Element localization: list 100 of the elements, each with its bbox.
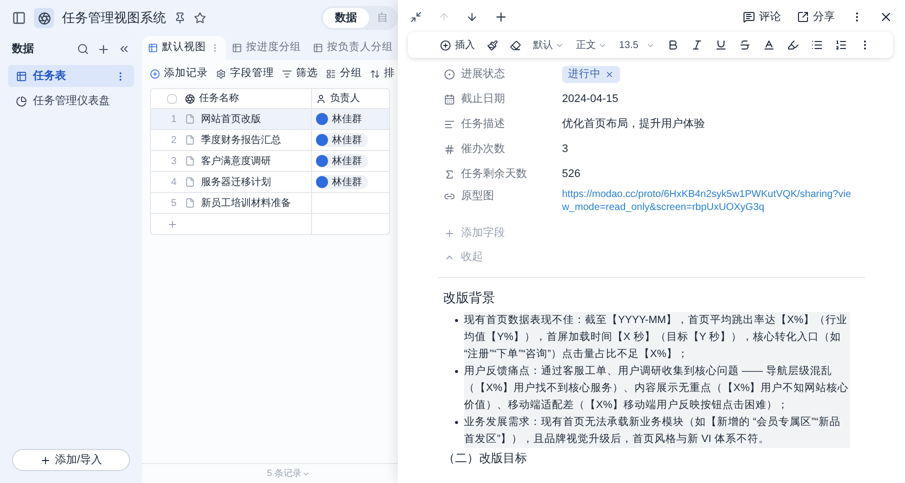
table-cell-text: 新员工培训材料准备 xyxy=(201,196,291,210)
toolbar-button[interactable]: 分组 xyxy=(326,66,362,82)
prototype-link[interactable]: https://modao.cc/proto/6HxKB4n2syk5w1PWKutVQK/sharing?view_mode=read_only&screen=rbpUxUOXyG3q xyxy=(562,188,852,214)
field-value: 2024-04-15 xyxy=(562,92,618,108)
comment-button[interactable]: 评论 xyxy=(743,8,781,26)
text-lines-icon xyxy=(444,119,455,130)
view-tab[interactable]: 按进度分组 xyxy=(226,36,307,60)
section-heading: 改版背景 xyxy=(443,289,496,307)
mode-tab[interactable]: 数据 xyxy=(323,8,369,28)
star-icon[interactable] xyxy=(194,12,206,24)
field-label: 任务剩余天数 xyxy=(461,167,527,182)
bold-icon[interactable] xyxy=(667,39,680,51)
table-cell-text: 网站首页改版 xyxy=(201,112,261,126)
pin-icon[interactable] xyxy=(174,12,186,24)
group-icon xyxy=(326,69,336,79)
assignee-chip: 林佳群 xyxy=(316,154,368,168)
underline-icon[interactable] xyxy=(715,39,728,51)
bullet-icon xyxy=(455,318,458,322)
add-icon[interactable] xyxy=(494,10,508,24)
share-button[interactable]: 分享 xyxy=(797,8,835,26)
person-icon xyxy=(316,94,326,104)
bullet-icon xyxy=(455,370,458,372)
table-icon xyxy=(313,43,323,53)
remove-icon[interactable] xyxy=(605,70,614,79)
add-row-icon[interactable] xyxy=(167,218,178,230)
row-number: 1 xyxy=(171,112,178,126)
select-all-checkbox[interactable] xyxy=(167,94,177,104)
eraser-icon[interactable] xyxy=(510,40,521,50)
status-tag[interactable]: 进行中 xyxy=(562,66,620,83)
table-cell-text: 季度财务报告汇总 xyxy=(201,134,281,148)
bullet-text: 现有首页数据表现不佳：截至【YYYY-MM】，首页平均跳出率达【X%】（行业均值【Y%】），首屏加载时间【X 秒】（目标【Y 秒】），核心转化入口（如 “注册”“下单”“咨询”）点击量占比不足【X%】； xyxy=(464,312,850,362)
sidebar-toggle-icon[interactable] xyxy=(12,11,26,25)
table-cell-text: 客户满意度调研 xyxy=(201,154,271,168)
sigma-icon xyxy=(444,169,455,180)
font-dropdown[interactable]: 默认 xyxy=(533,38,564,52)
filter-icon xyxy=(282,69,292,79)
view-tab-label: 默认视图 xyxy=(162,40,206,56)
row-number: 5 xyxy=(171,196,178,210)
italic-icon[interactable] xyxy=(691,39,704,51)
add-circle-icon xyxy=(150,69,160,79)
search-icon[interactable] xyxy=(77,43,89,55)
toolbar-button[interactable]: 筛选 xyxy=(282,66,318,82)
insert-button[interactable]: 插入 xyxy=(440,38,475,52)
numbered-list-icon[interactable] xyxy=(835,39,848,51)
table-icon xyxy=(148,43,158,53)
field-label: 原型图 xyxy=(461,189,494,204)
row-number: 2 xyxy=(171,134,178,148)
style-dropdown[interactable]: 正文 xyxy=(576,38,607,52)
file-icon xyxy=(185,114,195,124)
assignee-chip: 林佳群 xyxy=(316,175,368,189)
avatar-icon xyxy=(316,113,328,125)
field-label: 进展状态 xyxy=(461,66,505,82)
field-label: 任务描述 xyxy=(461,117,505,132)
collapse-icon[interactable] xyxy=(118,43,130,55)
close-icon[interactable] xyxy=(879,10,893,24)
column-header[interactable]: 负责人 xyxy=(312,89,364,108)
highlight-icon[interactable] xyxy=(787,39,800,51)
shrink-icon[interactable] xyxy=(410,11,422,23)
sidebar-title: 数据 xyxy=(12,42,34,57)
table-icon xyxy=(16,70,27,82)
sidebar-item[interactable]: 任务管理仪表盘 xyxy=(8,90,134,112)
format-painter-icon[interactable] xyxy=(487,40,498,50)
text-color-icon[interactable] xyxy=(763,39,776,51)
aperture-icon xyxy=(185,94,195,104)
add-icon[interactable] xyxy=(97,42,110,56)
table-row[interactable]: 1 网站首页改版 林佳群 xyxy=(151,109,389,130)
table-row[interactable]: 4 服务器迁移计划 林佳群 xyxy=(151,172,389,193)
table-row[interactable]: 3 客户满意度调研 林佳群 xyxy=(151,151,389,172)
add-import-button[interactable]: 添加/导入 xyxy=(12,449,130,471)
bullet-icon xyxy=(455,420,458,424)
file-icon xyxy=(185,156,195,166)
plus-icon xyxy=(40,454,51,466)
share-icon xyxy=(797,11,809,23)
file-icon xyxy=(185,135,195,145)
strikethrough-icon[interactable] xyxy=(739,39,752,51)
sidebar-item[interactable]: 任务表 xyxy=(8,65,134,87)
toolbar-button[interactable]: 字段管理 xyxy=(216,66,274,82)
file-icon xyxy=(185,177,195,187)
assignee-chip: 林佳群 xyxy=(316,133,368,147)
sidebar-item-label: 任务管理仪表盘 xyxy=(33,94,110,109)
column-header[interactable]: 任务名称 xyxy=(185,91,239,106)
section-heading: （二）改版目标 xyxy=(443,450,528,464)
field-label: 截止日期 xyxy=(461,92,505,108)
bullet-text: 用户反馈痛点：通过客服工单、用户调研收集到核心问题 —— 导航层级混乱（【X%】用户找不到核心服务）、内容展示无重点（【X%】用户不知网站核心价值）、移动端适配差（【X%】移动端用户反映按钮点击困难）； xyxy=(464,362,850,414)
table-row[interactable]: 2 季度财务报告汇总 林佳群 xyxy=(151,130,389,151)
view-tab-label: 按负责人分组 xyxy=(327,40,393,56)
table-icon xyxy=(232,43,242,53)
field-value: 优化首页布局，提升用户体验 xyxy=(562,116,705,132)
sort-icon xyxy=(370,69,380,79)
view-tab[interactable]: 默认视图 xyxy=(142,36,226,60)
toolbar-button[interactable]: 添加记录 xyxy=(150,66,208,82)
toolbar-button[interactable]: 排 xyxy=(370,66,395,82)
view-tab[interactable]: 按负责人分组 xyxy=(307,36,399,60)
row-number: 4 xyxy=(171,176,178,190)
down-arrow-icon[interactable] xyxy=(466,11,478,23)
table-row[interactable]: 5 新员工培训材料准备 xyxy=(151,193,389,214)
hash-icon xyxy=(444,144,455,155)
calendar-icon xyxy=(444,94,455,105)
size-dropdown[interactable]: 13.5 xyxy=(619,38,656,52)
field-label: 催办次数 xyxy=(461,142,505,158)
